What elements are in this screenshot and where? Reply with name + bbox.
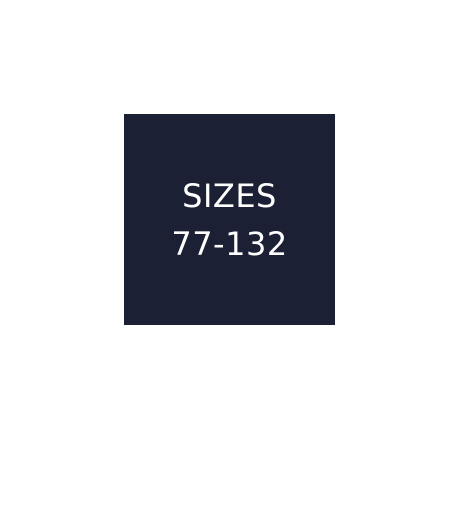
- size-range-text: 77-132: [171, 224, 288, 263]
- size-range-tile: SIZES 77-132: [124, 114, 335, 325]
- sizes-heading: SIZES: [182, 176, 277, 215]
